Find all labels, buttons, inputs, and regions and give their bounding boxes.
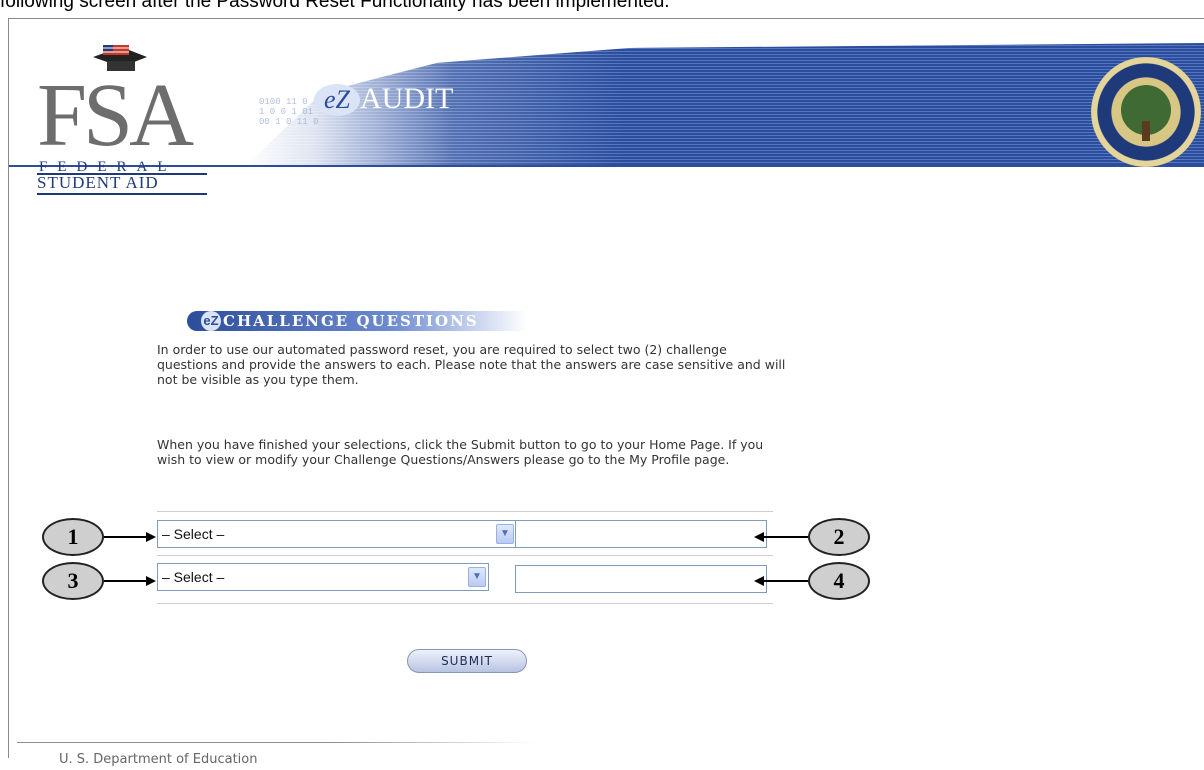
answer-1-input[interactable] bbox=[515, 520, 767, 548]
callout-3-arrow bbox=[104, 580, 146, 582]
submit-instructions-paragraph: When you have finished your selections, … bbox=[157, 437, 764, 467]
footer-rule bbox=[17, 742, 537, 743]
app-title: eZ AUDIT bbox=[314, 81, 474, 117]
callout-4-arrow bbox=[764, 580, 808, 582]
fsa-student-aid-text: STUDENT AID bbox=[37, 173, 207, 195]
page-header: 0100 11 0 11 0 0 1 01 00 1 0 11 0 FSA FED… bbox=[9, 19, 1204, 195]
question-2-select-value: – Select – bbox=[162, 569, 225, 585]
ez-logo-mark: eZ bbox=[314, 84, 360, 116]
seal-trunk bbox=[1142, 121, 1150, 141]
document-caption: following screen after the Password Rese… bbox=[0, 0, 670, 12]
callout-4: 4 bbox=[808, 562, 870, 600]
answer-2-input[interactable] bbox=[515, 565, 767, 593]
form-divider bbox=[157, 555, 773, 556]
callout-1: 1 bbox=[42, 518, 104, 556]
callout-3: 3 bbox=[42, 562, 104, 600]
callout-1-arrow bbox=[104, 536, 146, 538]
ez-section-icon: eZ bbox=[201, 311, 221, 331]
arrow-left-icon bbox=[754, 576, 764, 586]
arrow-right-icon bbox=[146, 532, 156, 542]
fsa-letters: FSA bbox=[37, 66, 194, 165]
question-2-select[interactable]: – Select – ▼ bbox=[157, 563, 489, 591]
question-1-select-value: – Select – bbox=[162, 526, 225, 542]
arrow-left-icon bbox=[754, 532, 764, 542]
form-divider bbox=[157, 603, 773, 604]
chevron-down-icon[interactable]: ▼ bbox=[468, 567, 486, 587]
form-divider bbox=[157, 511, 773, 512]
chevron-down-icon[interactable]: ▼ bbox=[496, 524, 514, 544]
arrow-right-icon bbox=[146, 576, 156, 586]
section-title: CHALLENGE QUESTIONS bbox=[223, 312, 479, 330]
department-of-education-seal-icon bbox=[1091, 57, 1201, 167]
submit-button[interactable]: SUBMIT bbox=[407, 649, 527, 673]
question-1-select[interactable]: – Select – ▼ bbox=[157, 520, 517, 548]
fsa-logo: FSA FEDERAL STUDENT AID bbox=[37, 45, 217, 195]
footer-text: U. S. Department of Education bbox=[59, 752, 258, 767]
instructions-paragraph: In order to use our automated password r… bbox=[157, 342, 786, 387]
app-title-text: AUDIT bbox=[360, 82, 454, 115]
callout-2: 2 bbox=[808, 518, 870, 556]
callout-2-arrow bbox=[764, 536, 808, 538]
browser-page-frame: 0100 11 0 11 0 0 1 01 00 1 0 11 0 FSA FED… bbox=[8, 18, 1204, 767]
challenge-questions-header: eZ CHALLENGE QUESTIONS bbox=[187, 311, 527, 337]
